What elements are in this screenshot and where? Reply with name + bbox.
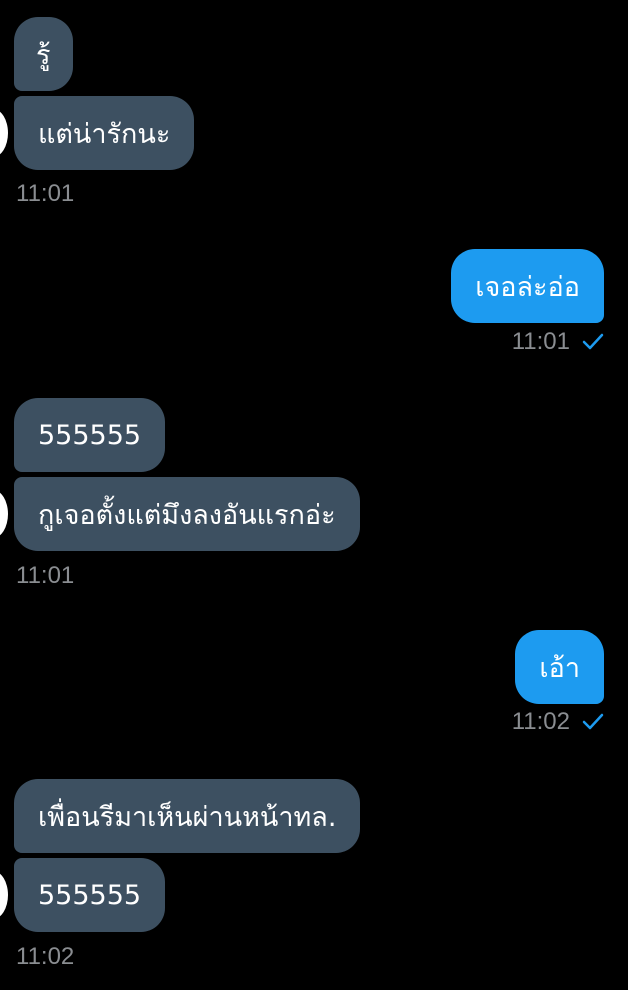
message-timestamp: 11:01	[16, 180, 75, 207]
checkmark-icon	[582, 713, 604, 731]
message-bubble[interactable]: เอ้า	[515, 630, 604, 704]
message-timestamp: 11:02	[511, 708, 570, 735]
message-bubble[interactable]: เพื่อนรีมาเห็นผ่านหน้าทล.	[14, 779, 361, 853]
message-text: กูเจอตั้งแต่มึงลงอันแรกอ่ะ	[38, 499, 336, 531]
avatar[interactable]	[0, 109, 8, 157]
message-timestamp: 11:01	[511, 328, 570, 355]
message-meta: 11:02	[512, 708, 604, 736]
message-bubble[interactable]: 555555	[14, 858, 166, 932]
message-bubble[interactable]: เจอล่ะอ่อ	[451, 249, 604, 323]
message-text: 555555	[38, 879, 142, 911]
message-text: เอ้า	[539, 652, 580, 684]
message-text: รู้	[36, 39, 51, 71]
avatar[interactable]	[0, 871, 8, 919]
message-timestamp: 11:02	[16, 943, 75, 970]
message-meta: 11:01	[512, 328, 604, 356]
message-text: เจอล่ะอ่อ	[475, 271, 580, 303]
message-text: 555555	[38, 419, 142, 451]
avatar[interactable]	[0, 490, 8, 538]
checkmark-icon	[582, 333, 604, 351]
message-bubble[interactable]: กูเจอตั้งแต่มึงลงอันแรกอ่ะ	[14, 477, 360, 551]
message-timestamp: 11:01	[16, 562, 75, 589]
message-bubble[interactable]: รู้	[14, 17, 73, 91]
message-bubble[interactable]: แต่น่ารักนะ	[14, 96, 195, 170]
message-text: แต่น่ารักนะ	[38, 118, 171, 150]
message-text: เพื่อนรีมาเห็นผ่านหน้าทล.	[38, 801, 337, 833]
message-bubble[interactable]: 555555	[14, 398, 166, 472]
